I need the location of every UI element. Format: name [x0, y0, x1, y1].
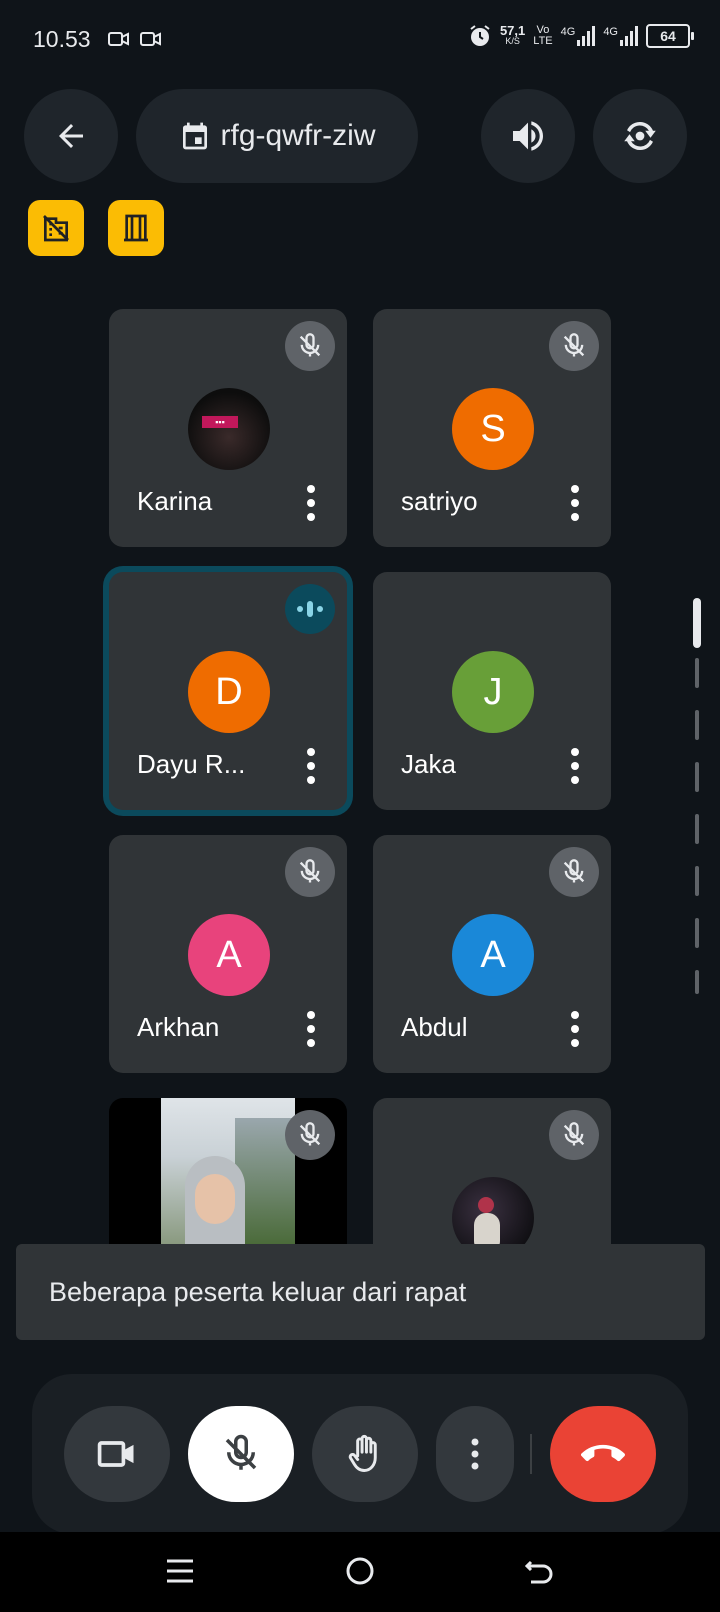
- companion-mode-badge[interactable]: [108, 200, 164, 256]
- participant-tile-speaking[interactable]: D Dayu R...: [109, 572, 347, 810]
- audio-output-button[interactable]: [481, 89, 575, 183]
- hand-icon: [348, 1434, 377, 1472]
- mic-toggle-button[interactable]: [188, 1406, 294, 1502]
- participant-name: Arkhan: [137, 1012, 220, 1042]
- participant-name: Dayu R...: [137, 749, 246, 779]
- camera-toggle-button[interactable]: [64, 1406, 170, 1502]
- more-options-button[interactable]: [569, 485, 581, 521]
- mic-off-badge: [285, 1110, 335, 1160]
- host-controls-badge[interactable]: [28, 200, 84, 256]
- avatar: ▪▪▪: [188, 388, 270, 470]
- avatar: [452, 1177, 534, 1244]
- signal-bars-icon: [577, 26, 596, 46]
- meeting-code: rfg-qwfr-ziw: [220, 119, 376, 152]
- mic-off-icon: [299, 1122, 321, 1146]
- audio-level-icon: [297, 601, 323, 617]
- arrow-back-icon: [59, 124, 83, 148]
- scroll-thumb[interactable]: [693, 598, 701, 648]
- avatar: D: [188, 651, 270, 733]
- signal-2: 4G: [603, 26, 638, 46]
- more-options-button[interactable]: [569, 748, 581, 784]
- door-icon: [124, 214, 148, 242]
- snackbar: Beberapa peserta keluar dari rapat: [16, 1244, 705, 1340]
- home-icon[interactable]: [345, 1556, 375, 1586]
- participant-tile[interactable]: A Abdul: [373, 835, 611, 1073]
- calendar-icon: [182, 122, 207, 150]
- status-time: 10.53: [33, 26, 91, 52]
- avatar: A: [452, 914, 534, 996]
- avatar: A: [188, 914, 270, 996]
- raise-hand-button[interactable]: [312, 1406, 418, 1502]
- speaker-icon: [513, 121, 543, 151]
- speaking-indicator: [285, 584, 335, 634]
- status-bar: 10.53 57,1 K/S Vo LTE 4G 4G 64: [0, 0, 720, 80]
- signal-bars-icon-2: [620, 26, 638, 46]
- end-call-button[interactable]: [550, 1406, 656, 1502]
- mic-off-badge: [549, 321, 599, 371]
- video-record-icon-2: [140, 32, 161, 46]
- mic-off-badge: [549, 847, 599, 897]
- volte-indicator: Vo LTE: [533, 24, 553, 47]
- mic-off-icon: [563, 859, 585, 883]
- scroll-indicator[interactable]: [693, 598, 701, 1018]
- mic-off-icon: [225, 1434, 257, 1470]
- participant-name: Jaka: [401, 749, 456, 779]
- participant-name: satriyo: [401, 486, 478, 516]
- avatar-photo-detail: [478, 1197, 494, 1213]
- controls-divider: [530, 1434, 532, 1474]
- mic-off-icon: [299, 859, 321, 883]
- participant-video: [161, 1098, 295, 1244]
- video-camera-icon: [97, 1441, 134, 1467]
- participant-name: Karina: [137, 486, 213, 516]
- mic-off-badge: [285, 847, 335, 897]
- participant-tile[interactable]: [373, 1098, 611, 1244]
- switch-camera-button[interactable]: [593, 89, 687, 183]
- back-button[interactable]: [24, 89, 118, 183]
- participant-tile[interactable]: A Arkhan: [109, 835, 347, 1073]
- more-options-button[interactable]: [569, 1011, 581, 1047]
- meeting-info-button[interactable]: rfg-qwfr-ziw: [136, 89, 418, 183]
- more-options-button[interactable]: [436, 1406, 514, 1502]
- mic-off-icon: [299, 333, 321, 357]
- mic-off-icon: [563, 333, 585, 357]
- more-vert-icon: [471, 1438, 479, 1470]
- video-person-face: [195, 1174, 235, 1224]
- more-options-button[interactable]: [305, 485, 317, 521]
- camera-switch-icon: [624, 121, 656, 151]
- avatar: J: [452, 651, 534, 733]
- participant-tile[interactable]: J Jaka: [373, 572, 611, 810]
- battery-indicator: 64: [646, 24, 694, 48]
- mic-off-badge: [549, 1110, 599, 1160]
- more-options-button[interactable]: [305, 1011, 317, 1047]
- call-end-icon: [581, 1444, 625, 1462]
- avatar-photo-sign: ▪▪▪: [202, 416, 238, 428]
- alarm-icon: [470, 25, 490, 46]
- system-nav-bar: [0, 1532, 720, 1612]
- net-speed: 57,1 K/S: [499, 23, 526, 46]
- participant-tile[interactable]: S satriyo: [373, 309, 611, 547]
- snackbar-message: Beberapa peserta keluar dari rapat: [49, 1276, 467, 1307]
- building-off-icon: [43, 215, 69, 242]
- participant-video-tile[interactable]: [109, 1098, 347, 1244]
- mic-off-icon: [563, 1122, 585, 1146]
- call-controls-bar: [32, 1374, 688, 1534]
- status-right-icons: 57,1 K/S Vo LTE 4G 4G 64: [468, 23, 694, 48]
- signal-1: 4G: [561, 26, 596, 46]
- video-record-icon: [108, 32, 129, 46]
- mic-off-badge: [285, 321, 335, 371]
- participant-tile[interactable]: ▪▪▪ Karina: [109, 309, 347, 547]
- participant-name: Abdul: [401, 1012, 468, 1042]
- avatar: S: [452, 388, 534, 470]
- status-left-icons: [108, 30, 162, 48]
- menu-icon[interactable]: [165, 1556, 195, 1586]
- more-options-button[interactable]: [305, 748, 317, 784]
- avatar-photo-detail: [474, 1213, 500, 1244]
- back-nav-icon[interactable]: [525, 1556, 555, 1586]
